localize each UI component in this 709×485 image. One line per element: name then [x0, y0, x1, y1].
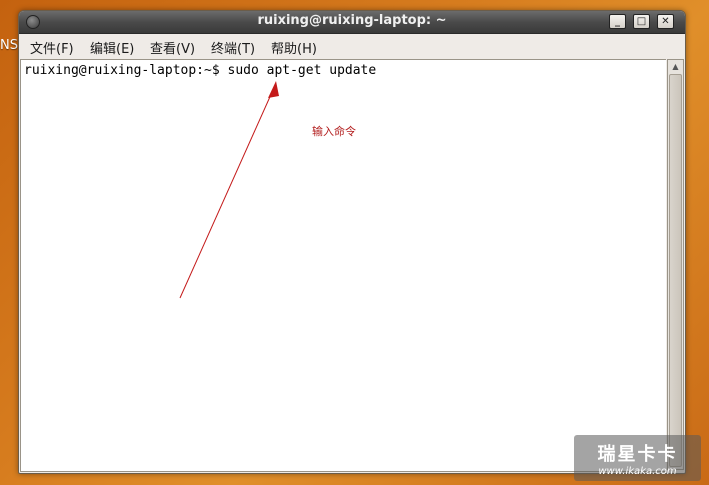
menu-help[interactable]: 帮助(H)	[271, 38, 317, 57]
watermark-logo: 瑞星卡卡 www.ikaka.com	[574, 435, 701, 481]
desktop-edge-text: NS	[0, 38, 18, 53]
title-bar[interactable]: ruixing@ruixing-laptop: ~ _ □ ✕	[19, 11, 685, 34]
maximize-button[interactable]: □	[633, 14, 650, 29]
watermark-url: www.ikaka.com	[598, 466, 677, 477]
vertical-scrollbar[interactable]: ▲	[667, 59, 684, 470]
annotation-label: 输入命令	[312, 125, 356, 138]
menu-terminal[interactable]: 终端(T)	[211, 38, 255, 57]
menu-edit[interactable]: 编辑(E)	[90, 38, 134, 57]
minimize-button[interactable]: _	[609, 14, 626, 29]
menu-view[interactable]: 查看(V)	[150, 38, 195, 57]
window-title: ruixing@ruixing-laptop: ~	[257, 13, 447, 28]
terminal-window: ruixing@ruixing-laptop: ~ _ □ ✕ 文件(F) 编辑…	[18, 10, 686, 474]
watermark-brand: 瑞星卡卡	[597, 444, 678, 465]
menu-bar: 文件(F) 编辑(E) 查看(V) 终端(T) 帮助(H)	[19, 34, 685, 58]
close-button[interactable]: ✕	[657, 14, 674, 29]
menu-file[interactable]: 文件(F)	[30, 38, 74, 57]
scroll-up-icon[interactable]: ▲	[668, 60, 683, 74]
command-line: ruixing@ruixing-laptop:~$ sudo apt-get u…	[24, 63, 377, 78]
scroll-thumb[interactable]	[669, 74, 682, 467]
terminal-area[interactable]: ruixing@ruixing-laptop:~$ sudo apt-get u…	[20, 59, 666, 472]
